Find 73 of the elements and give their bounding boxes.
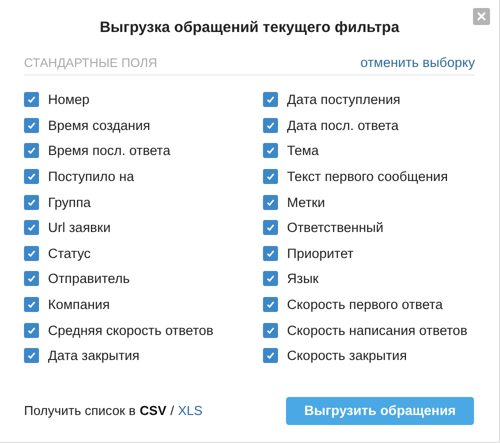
field-label: Средняя скорость ответов <box>48 322 214 338</box>
field-label: Дата поступления <box>287 92 400 108</box>
field-label: Язык <box>287 271 319 286</box>
section-title: СТАНДАРТНЫЕ ПОЛЯ <box>24 56 158 70</box>
checkbox[interactable] <box>24 220 39 236</box>
field-label: Номер <box>48 92 90 108</box>
field-label: Группа <box>48 194 91 210</box>
checkbox[interactable] <box>263 169 278 184</box>
check-icon <box>27 300 36 310</box>
check-icon <box>266 172 275 182</box>
checkbox[interactable] <box>263 271 278 286</box>
field-label: Скорость первого ответа <box>287 297 443 312</box>
checkbox[interactable] <box>263 348 278 364</box>
format-link[interactable]: XLS <box>178 403 203 418</box>
check-icon <box>27 95 36 104</box>
field-label: Url заявки <box>48 220 111 236</box>
check-icon <box>266 146 275 156</box>
check-icon <box>27 351 36 360</box>
checkbox[interactable] <box>263 297 278 312</box>
field-label: Текст первого сообщения <box>287 169 448 184</box>
check-icon <box>27 326 36 335</box>
checkbox[interactable] <box>24 143 39 158</box>
checkbox[interactable] <box>263 322 278 338</box>
check-icon <box>266 326 275 335</box>
checkbox[interactable] <box>24 322 39 338</box>
field-label: Ответственный <box>287 220 384 236</box>
check-icon <box>266 223 275 232</box>
field-label: Время посл. ответа <box>48 143 170 158</box>
check-icon <box>266 198 275 207</box>
check-icon <box>266 351 275 360</box>
check-icon <box>27 198 36 207</box>
checkbox[interactable] <box>263 143 278 158</box>
check-icon <box>27 120 36 130</box>
field-label: Статус <box>48 246 91 261</box>
field-label: Дата посл. ответа <box>287 118 399 133</box>
field-label: Метки <box>287 194 326 210</box>
field-label: Скорость закрытия <box>287 348 407 364</box>
check-icon <box>27 172 36 182</box>
check-icon <box>266 120 275 130</box>
format-label: Получить список в <box>24 403 136 418</box>
checkbox[interactable] <box>24 348 39 364</box>
format-link[interactable]: CSV <box>140 403 166 418</box>
field-label: Тема <box>287 143 319 158</box>
field-label: Поступило на <box>48 169 134 184</box>
check-icon <box>27 248 36 258</box>
checkbox[interactable] <box>24 169 39 184</box>
check-icon <box>266 95 275 104</box>
field-label: Приоритет <box>287 246 354 261</box>
check-icon <box>27 223 36 232</box>
check-icon <box>27 274 36 284</box>
check-icon <box>266 248 275 258</box>
check-icon <box>266 300 275 310</box>
checkbox[interactable] <box>263 246 278 261</box>
clear-selection-link[interactable]: отменить выборку <box>360 55 475 70</box>
field-label: Дата закрытия <box>48 348 140 364</box>
checkbox[interactable] <box>263 194 278 210</box>
field-label: Время создания <box>48 118 150 133</box>
field-label: Отправитель <box>48 271 130 286</box>
checkbox[interactable] <box>24 118 39 133</box>
checkbox[interactable] <box>24 92 39 108</box>
checkbox[interactable] <box>263 118 278 133</box>
checkbox[interactable] <box>263 92 278 108</box>
dialog-title: Выгрузка обращений текущего фильтра <box>98 19 400 36</box>
checkbox[interactable] <box>24 246 39 261</box>
separator: / <box>170 403 174 418</box>
check-icon <box>266 274 275 284</box>
check-icon <box>27 146 36 156</box>
checkbox[interactable] <box>24 271 39 286</box>
checkbox[interactable] <box>263 220 278 236</box>
field-label: Компания <box>48 297 110 312</box>
field-label: Скорость написания ответов <box>287 322 468 338</box>
checkbox[interactable] <box>24 194 39 210</box>
checkbox[interactable] <box>24 297 39 312</box>
